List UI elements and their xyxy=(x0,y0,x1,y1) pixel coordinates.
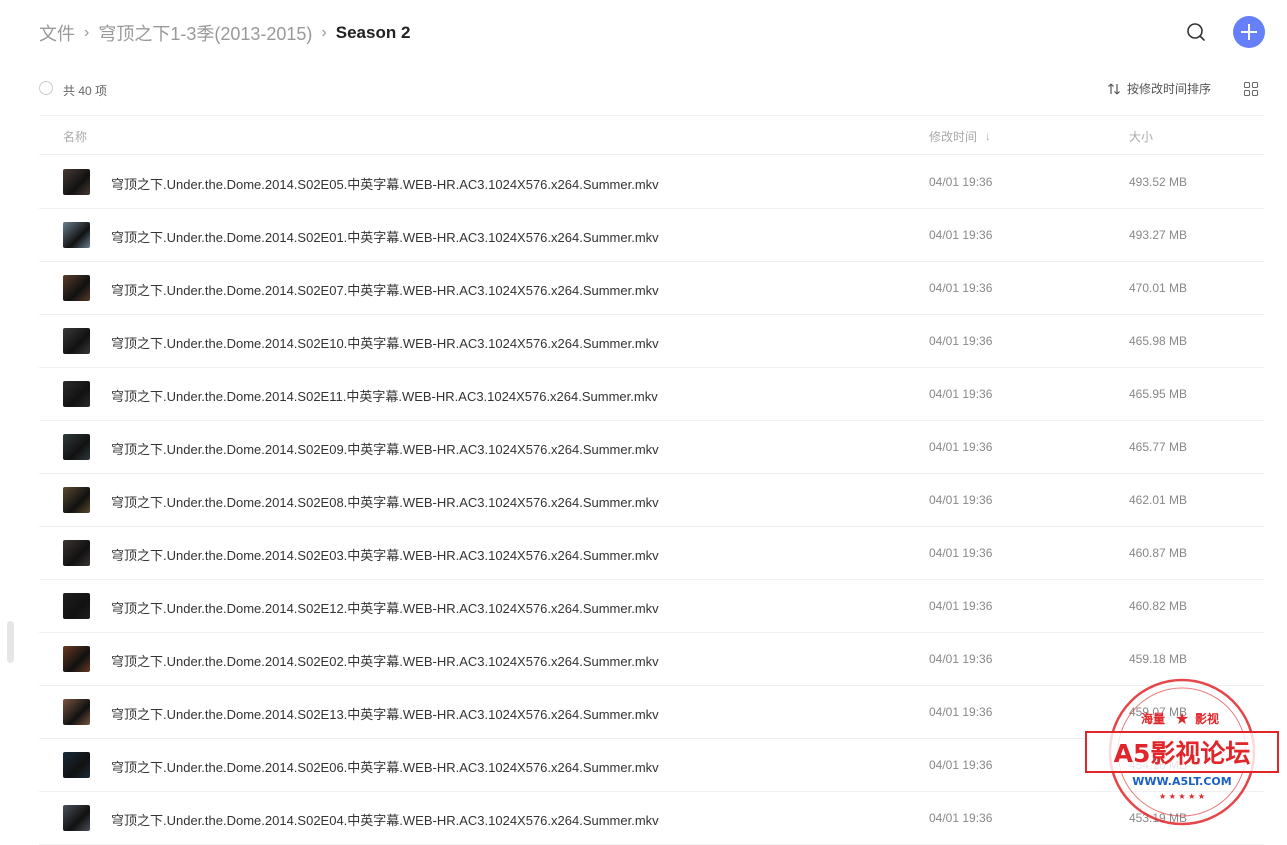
file-modified-time: 04/01 19:36 xyxy=(929,652,993,666)
file-row[interactable]: 穹顶之下.Under.the.Dome.2014.S02E03.中英字幕.WEB… xyxy=(39,527,1264,580)
file-modified-time: 04/01 19:36 xyxy=(929,599,993,613)
file-size: 465.98 MB xyxy=(1129,334,1188,348)
file-name[interactable]: 穹顶之下.Under.the.Dome.2014.S02E05.中英字幕.WEB… xyxy=(111,174,659,193)
file-name[interactable]: 穹顶之下.Under.the.Dome.2014.S02E13.中英字幕.WEB… xyxy=(111,704,659,723)
file-modified-time: 04/01 19:36 xyxy=(929,228,993,242)
file-name[interactable]: 穹顶之下.Under.the.Dome.2014.S02E03.中英字幕.WEB… xyxy=(111,545,659,564)
file-size: 459.18 MB xyxy=(1129,652,1188,666)
file-name[interactable]: 穹顶之下.Under.the.Dome.2014.S02E07.中英字幕.WEB… xyxy=(111,280,659,299)
video-thumbnail xyxy=(63,805,90,831)
video-thumbnail xyxy=(63,646,90,672)
file-row[interactable]: 穹顶之下.Under.the.Dome.2014.S02E08.中英字幕.WEB… xyxy=(39,474,1264,527)
video-thumbnail xyxy=(63,752,90,778)
file-name[interactable]: 穹顶之下.Under.the.Dome.2014.S02E12.中英字幕.WEB… xyxy=(111,598,659,617)
file-size: 460.82 MB xyxy=(1129,599,1188,613)
file-name[interactable]: 穹顶之下.Under.the.Dome.2014.S02E08.中英字幕.WEB… xyxy=(111,492,659,511)
search-icon xyxy=(1187,23,1205,41)
file-size: 460.87 MB xyxy=(1129,546,1188,560)
file-modified-time: 04/01 19:36 xyxy=(929,493,993,507)
file-modified-time: 04/01 19:36 xyxy=(929,281,993,295)
file-modified-time: 04/01 19:36 xyxy=(929,440,993,454)
file-list: 穹顶之下.Under.the.Dome.2014.S02E05.中英字幕.WEB… xyxy=(39,156,1264,845)
column-size[interactable]: 大小 xyxy=(1129,128,1153,145)
breadcrumb-parent[interactable]: 穹顶之下1-3季(2013-2015) xyxy=(98,20,312,46)
column-name[interactable]: 名称 xyxy=(63,128,87,145)
video-thumbnail xyxy=(63,540,90,566)
video-thumbnail xyxy=(63,381,90,407)
sort-button[interactable]: 按修改时间排序 xyxy=(1107,80,1211,97)
file-size: 453.19 MB xyxy=(1129,811,1188,825)
sort-label: 按修改时间排序 xyxy=(1127,82,1212,96)
file-modified-time: 04/01 19:36 xyxy=(929,387,993,401)
file-modified-time: 04/01 19:36 xyxy=(929,546,993,560)
video-thumbnail xyxy=(63,328,90,354)
file-size: 470.01 MB xyxy=(1129,281,1188,295)
file-name[interactable]: 穹顶之下.Under.the.Dome.2014.S02E06.中英字幕.WEB… xyxy=(111,757,659,776)
select-all-checkbox[interactable] xyxy=(39,81,53,95)
grid-icon xyxy=(1244,82,1258,96)
breadcrumb: 文件 › 穹顶之下1-3季(2013-2015) › Season 2 xyxy=(39,20,410,46)
file-row[interactable]: 穹顶之下.Under.the.Dome.2014.S02E02.中英字幕.WEB… xyxy=(39,633,1264,686)
file-modified-time: 04/01 19:36 xyxy=(929,175,993,189)
file-modified-time: 04/01 19:36 xyxy=(929,758,993,772)
search-button[interactable] xyxy=(1183,19,1211,47)
file-size: 454.16 MB xyxy=(1129,758,1188,772)
file-row[interactable]: 穹顶之下.Under.the.Dome.2014.S02E12.中英字幕.WEB… xyxy=(39,580,1264,633)
file-name[interactable]: 穹顶之下.Under.the.Dome.2014.S02E02.中英字幕.WEB… xyxy=(111,651,659,670)
video-thumbnail xyxy=(63,169,90,195)
video-thumbnail xyxy=(63,275,90,301)
file-size: 459.07 MB xyxy=(1129,705,1188,719)
scroll-handle[interactable] xyxy=(7,621,14,663)
video-thumbnail xyxy=(63,593,90,619)
file-modified-time: 04/01 19:36 xyxy=(929,334,993,348)
file-row[interactable]: 穹顶之下.Under.the.Dome.2014.S02E07.中英字幕.WEB… xyxy=(39,262,1264,315)
file-row[interactable]: 穹顶之下.Under.the.Dome.2014.S02E09.中英字幕.WEB… xyxy=(39,421,1264,474)
file-row[interactable]: 穹顶之下.Under.the.Dome.2014.S02E13.中英字幕.WEB… xyxy=(39,686,1264,739)
file-modified-time: 04/01 19:36 xyxy=(929,705,993,719)
video-thumbnail xyxy=(63,487,90,513)
file-row[interactable]: 穹顶之下.Under.the.Dome.2014.S02E05.中英字幕.WEB… xyxy=(39,156,1264,209)
video-thumbnail xyxy=(63,434,90,460)
breadcrumb-separator: › xyxy=(84,24,90,41)
file-name[interactable]: 穹顶之下.Under.the.Dome.2014.S02E10.中英字幕.WEB… xyxy=(111,333,659,352)
breadcrumb-current: Season 2 xyxy=(335,23,411,42)
video-thumbnail xyxy=(63,699,90,725)
file-size: 493.27 MB xyxy=(1129,228,1188,242)
add-button[interactable] xyxy=(1233,16,1265,48)
file-row[interactable]: 穹顶之下.Under.the.Dome.2014.S02E04.中英字幕.WEB… xyxy=(39,792,1264,845)
file-row[interactable]: 穹顶之下.Under.the.Dome.2014.S02E10.中英字幕.WEB… xyxy=(39,315,1264,368)
sort-arrow-down-icon: ↓ xyxy=(985,130,991,143)
file-size: 465.77 MB xyxy=(1129,440,1188,454)
file-row[interactable]: 穹顶之下.Under.the.Dome.2014.S02E06.中英字幕.WEB… xyxy=(39,739,1264,792)
grid-view-button[interactable] xyxy=(1244,82,1258,96)
video-thumbnail xyxy=(63,222,90,248)
file-name[interactable]: 穹顶之下.Under.the.Dome.2014.S02E09.中英字幕.WEB… xyxy=(111,439,659,458)
file-row[interactable]: 穹顶之下.Under.the.Dome.2014.S02E11.中英字幕.WEB… xyxy=(39,368,1264,421)
column-time[interactable]: 修改时间 ↓ xyxy=(929,128,991,145)
file-name[interactable]: 穹顶之下.Under.the.Dome.2014.S02E04.中英字幕.WEB… xyxy=(111,810,659,829)
file-row[interactable]: 穹顶之下.Under.the.Dome.2014.S02E01.中英字幕.WEB… xyxy=(39,209,1264,262)
sort-icon xyxy=(1108,83,1120,94)
column-time-label: 修改时间 xyxy=(929,130,978,144)
file-size: 465.95 MB xyxy=(1129,387,1188,401)
file-size: 462.01 MB xyxy=(1129,493,1188,507)
file-modified-time: 04/01 19:36 xyxy=(929,811,993,825)
file-name[interactable]: 穹顶之下.Under.the.Dome.2014.S02E01.中英字幕.WEB… xyxy=(111,227,659,246)
file-name[interactable]: 穹顶之下.Under.the.Dome.2014.S02E11.中英字幕.WEB… xyxy=(111,386,658,405)
top-bar: 文件 › 穹顶之下1-3季(2013-2015) › Season 2 xyxy=(0,0,1287,64)
list-toolbar: 共 40 项 按修改时间排序 xyxy=(39,80,1264,100)
breadcrumb-separator: › xyxy=(321,24,327,41)
item-count: 共 40 项 xyxy=(63,84,108,98)
file-size: 493.52 MB xyxy=(1129,175,1188,189)
breadcrumb-root[interactable]: 文件 xyxy=(39,20,75,46)
column-header: 名称 修改时间 ↓ 大小 xyxy=(39,115,1264,155)
